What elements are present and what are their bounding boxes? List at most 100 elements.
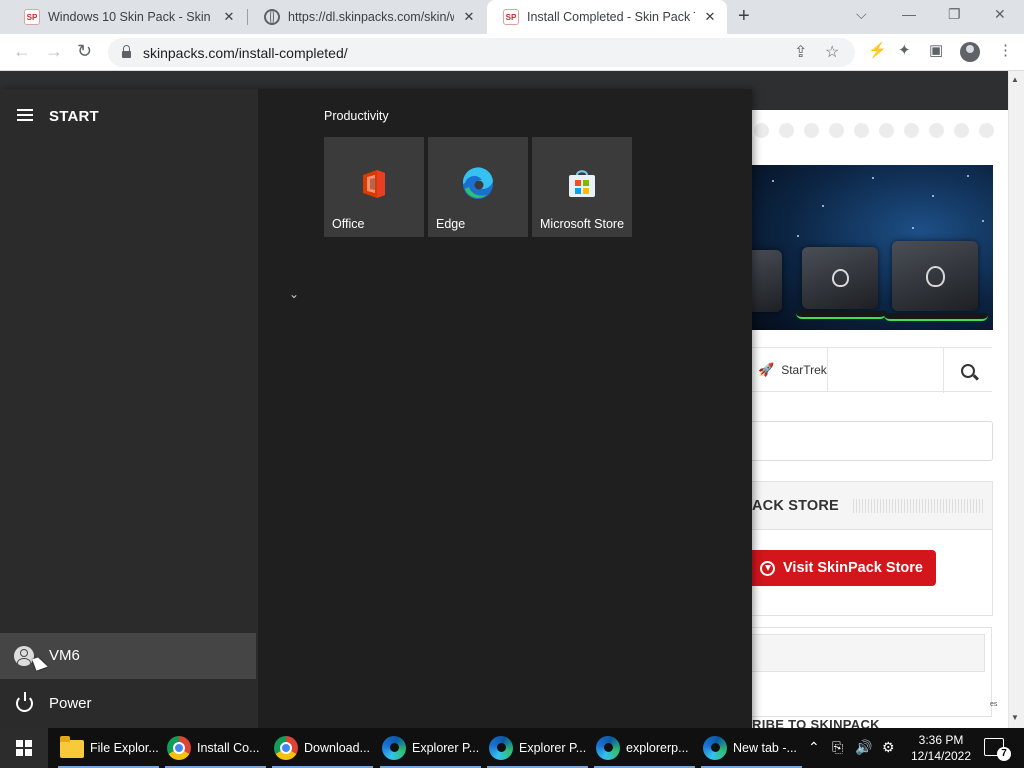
site-search-button[interactable] xyxy=(943,348,992,393)
skinpack-favicon-icon: SP xyxy=(503,9,519,25)
header-hatch-decoration xyxy=(852,498,985,513)
tile-microsoft-store[interactable]: Microsoft Store xyxy=(532,137,632,237)
tab-close-icon[interactable]: ✕ xyxy=(462,9,476,25)
taskbar-item-install-completed[interactable]: Install Co... xyxy=(163,728,268,768)
subscribe-heading: RIBE TO SKINPACK xyxy=(752,717,880,728)
url-text[interactable]: skinpacks.com/install-completed/ xyxy=(143,45,348,61)
new-tab-icon[interactable]: + xyxy=(738,5,750,28)
tile-office[interactable]: Office xyxy=(324,137,424,237)
tile-edge[interactable]: Edge xyxy=(428,137,528,237)
clock-time: 3:36 PM xyxy=(918,733,964,747)
rocket-icon: 🚀 xyxy=(758,361,775,377)
taskbar-item-explorer-p-1[interactable]: Explorer P... xyxy=(378,728,483,768)
social-icon[interactable] xyxy=(929,123,944,138)
search-icon xyxy=(961,363,975,378)
settings-gear-icon[interactable]: ⚙ xyxy=(882,739,895,756)
social-icon[interactable] xyxy=(954,123,969,138)
extension-pin-icon[interactable]: ⚡ xyxy=(868,41,887,59)
tile-label: Microsoft Store xyxy=(540,217,625,231)
chrome-icon xyxy=(167,736,191,760)
taskbar-item-explorerp[interactable]: explorerp... xyxy=(592,728,697,768)
star-dot xyxy=(822,205,824,207)
star-dot xyxy=(912,227,914,229)
page-scrollbar[interactable] xyxy=(1008,71,1024,728)
tab-close-icon[interactable]: ✕ xyxy=(222,9,236,25)
social-icon[interactable] xyxy=(879,123,894,138)
tab-title: Windows 10 Skin Pack - Skin Pack xyxy=(48,10,214,24)
browser-tab-download[interactable]: https://dl.skinpacks.com/skin/w1 ✕ xyxy=(248,0,486,34)
tab-title: https://dl.skinpacks.com/skin/w1 xyxy=(288,10,454,24)
subscribe-widget xyxy=(752,627,992,717)
taskbar-item-label: Download... xyxy=(304,741,371,755)
star-dot xyxy=(797,235,799,237)
star-dot xyxy=(982,220,984,222)
hamburger-menu-icon[interactable] xyxy=(17,109,33,121)
user-avatar-icon xyxy=(14,646,34,666)
lock-icon[interactable] xyxy=(122,45,131,58)
edge-icon xyxy=(703,736,727,760)
power-button[interactable]: Power xyxy=(0,681,256,727)
window-close-icon[interactable]: ✕ xyxy=(994,6,1006,23)
social-icon[interactable] xyxy=(754,123,769,138)
taskbar-item-new-tab[interactable]: New tab -... xyxy=(699,728,802,768)
social-icon[interactable] xyxy=(904,123,919,138)
sidebar-search-field[interactable] xyxy=(752,421,993,461)
power-label: Power xyxy=(49,695,92,712)
network-icon[interactable]: ⎘ xyxy=(832,739,843,756)
visit-store-button[interactable]: Visit SkinPack Store xyxy=(752,550,936,586)
tab-close-icon[interactable]: ✕ xyxy=(703,9,717,25)
nav-item-startrek[interactable]: 🚀 StarTrek xyxy=(752,347,828,392)
social-icon[interactable] xyxy=(979,123,994,138)
start-button[interactable] xyxy=(0,728,48,768)
taskbar-item-file-explorer[interactable]: File Explor... xyxy=(56,728,161,768)
star-dot xyxy=(772,180,774,182)
social-icon[interactable] xyxy=(779,123,794,138)
store-widget-title: ACK STORE xyxy=(752,497,839,514)
tile-label: Office xyxy=(332,217,365,231)
scroll-up-icon[interactable]: ▲ xyxy=(1011,75,1019,84)
extensions-puzzle-icon[interactable]: ✦ xyxy=(898,41,911,59)
edge-icon xyxy=(489,736,513,760)
taskbar-item-downloads[interactable]: Download... xyxy=(270,728,375,768)
profile-avatar-icon[interactable] xyxy=(960,42,980,62)
laptop-banner-image[interactable] xyxy=(752,165,993,330)
taskbar-item-label: Explorer P... xyxy=(412,741,480,755)
bookmark-star-icon[interactable]: ☆ xyxy=(825,42,839,62)
reload-icon[interactable]: ↻ xyxy=(77,41,92,62)
tab-search-chevron-down-icon[interactable]: ⌵ xyxy=(856,6,867,23)
scroll-down-icon[interactable]: ▼ xyxy=(1011,713,1019,722)
edge-icon xyxy=(596,736,620,760)
notification-count-badge: 7 xyxy=(997,747,1011,761)
back-arrow-icon[interactable]: ← xyxy=(13,41,31,62)
edge-icon xyxy=(462,167,493,199)
address-toolbar: ← → ↻ skinpacks.com/install-completed/ ⇪… xyxy=(0,34,1024,71)
collapse-group-chevron-down-icon[interactable]: ⌄ xyxy=(289,287,299,301)
subscribe-email-field[interactable] xyxy=(752,634,985,672)
social-icon[interactable] xyxy=(804,123,819,138)
power-icon xyxy=(16,692,33,712)
skinpack-favicon-icon: SP xyxy=(24,9,40,25)
clock[interactable]: 3:36 PM 12/14/2022 xyxy=(906,732,976,764)
omnibox[interactable]: skinpacks.com/install-completed/ ⇪ ☆ xyxy=(108,38,855,67)
social-icon[interactable] xyxy=(854,123,869,138)
side-panel-icon[interactable]: ▣ xyxy=(929,41,943,59)
show-hidden-icons-chevron-icon[interactable]: ⌃ xyxy=(808,739,820,756)
minimize-icon[interactable]: — xyxy=(902,6,916,22)
chrome-menu-icon[interactable]: ⋮ xyxy=(998,41,1013,59)
forward-arrow-icon[interactable]: → xyxy=(45,41,63,62)
visit-store-label: Visit SkinPack Store xyxy=(783,560,923,576)
social-icon[interactable] xyxy=(829,123,844,138)
windows-logo-icon xyxy=(16,740,32,756)
restore-icon[interactable]: ❐ xyxy=(948,6,961,23)
browser-tab-skin-pack[interactable]: SP Windows 10 Skin Pack - Skin Pack ✕ xyxy=(8,0,246,34)
tile-label: Edge xyxy=(436,217,466,231)
star-dot xyxy=(932,195,934,197)
share-icon[interactable]: ⇪ xyxy=(794,42,807,62)
file-explorer-icon xyxy=(60,736,84,758)
taskbar-item-label: New tab -... xyxy=(733,741,797,755)
volume-icon[interactable]: 🔊 xyxy=(855,739,872,756)
browser-tab-install-completed[interactable]: SP Install Completed - Skin Pack The ✕ xyxy=(487,0,727,34)
taskbar-item-label: Install Co... xyxy=(197,741,260,755)
taskbar-item-explorer-p-2[interactable]: Explorer P... xyxy=(485,728,590,768)
office-icon xyxy=(363,170,385,198)
